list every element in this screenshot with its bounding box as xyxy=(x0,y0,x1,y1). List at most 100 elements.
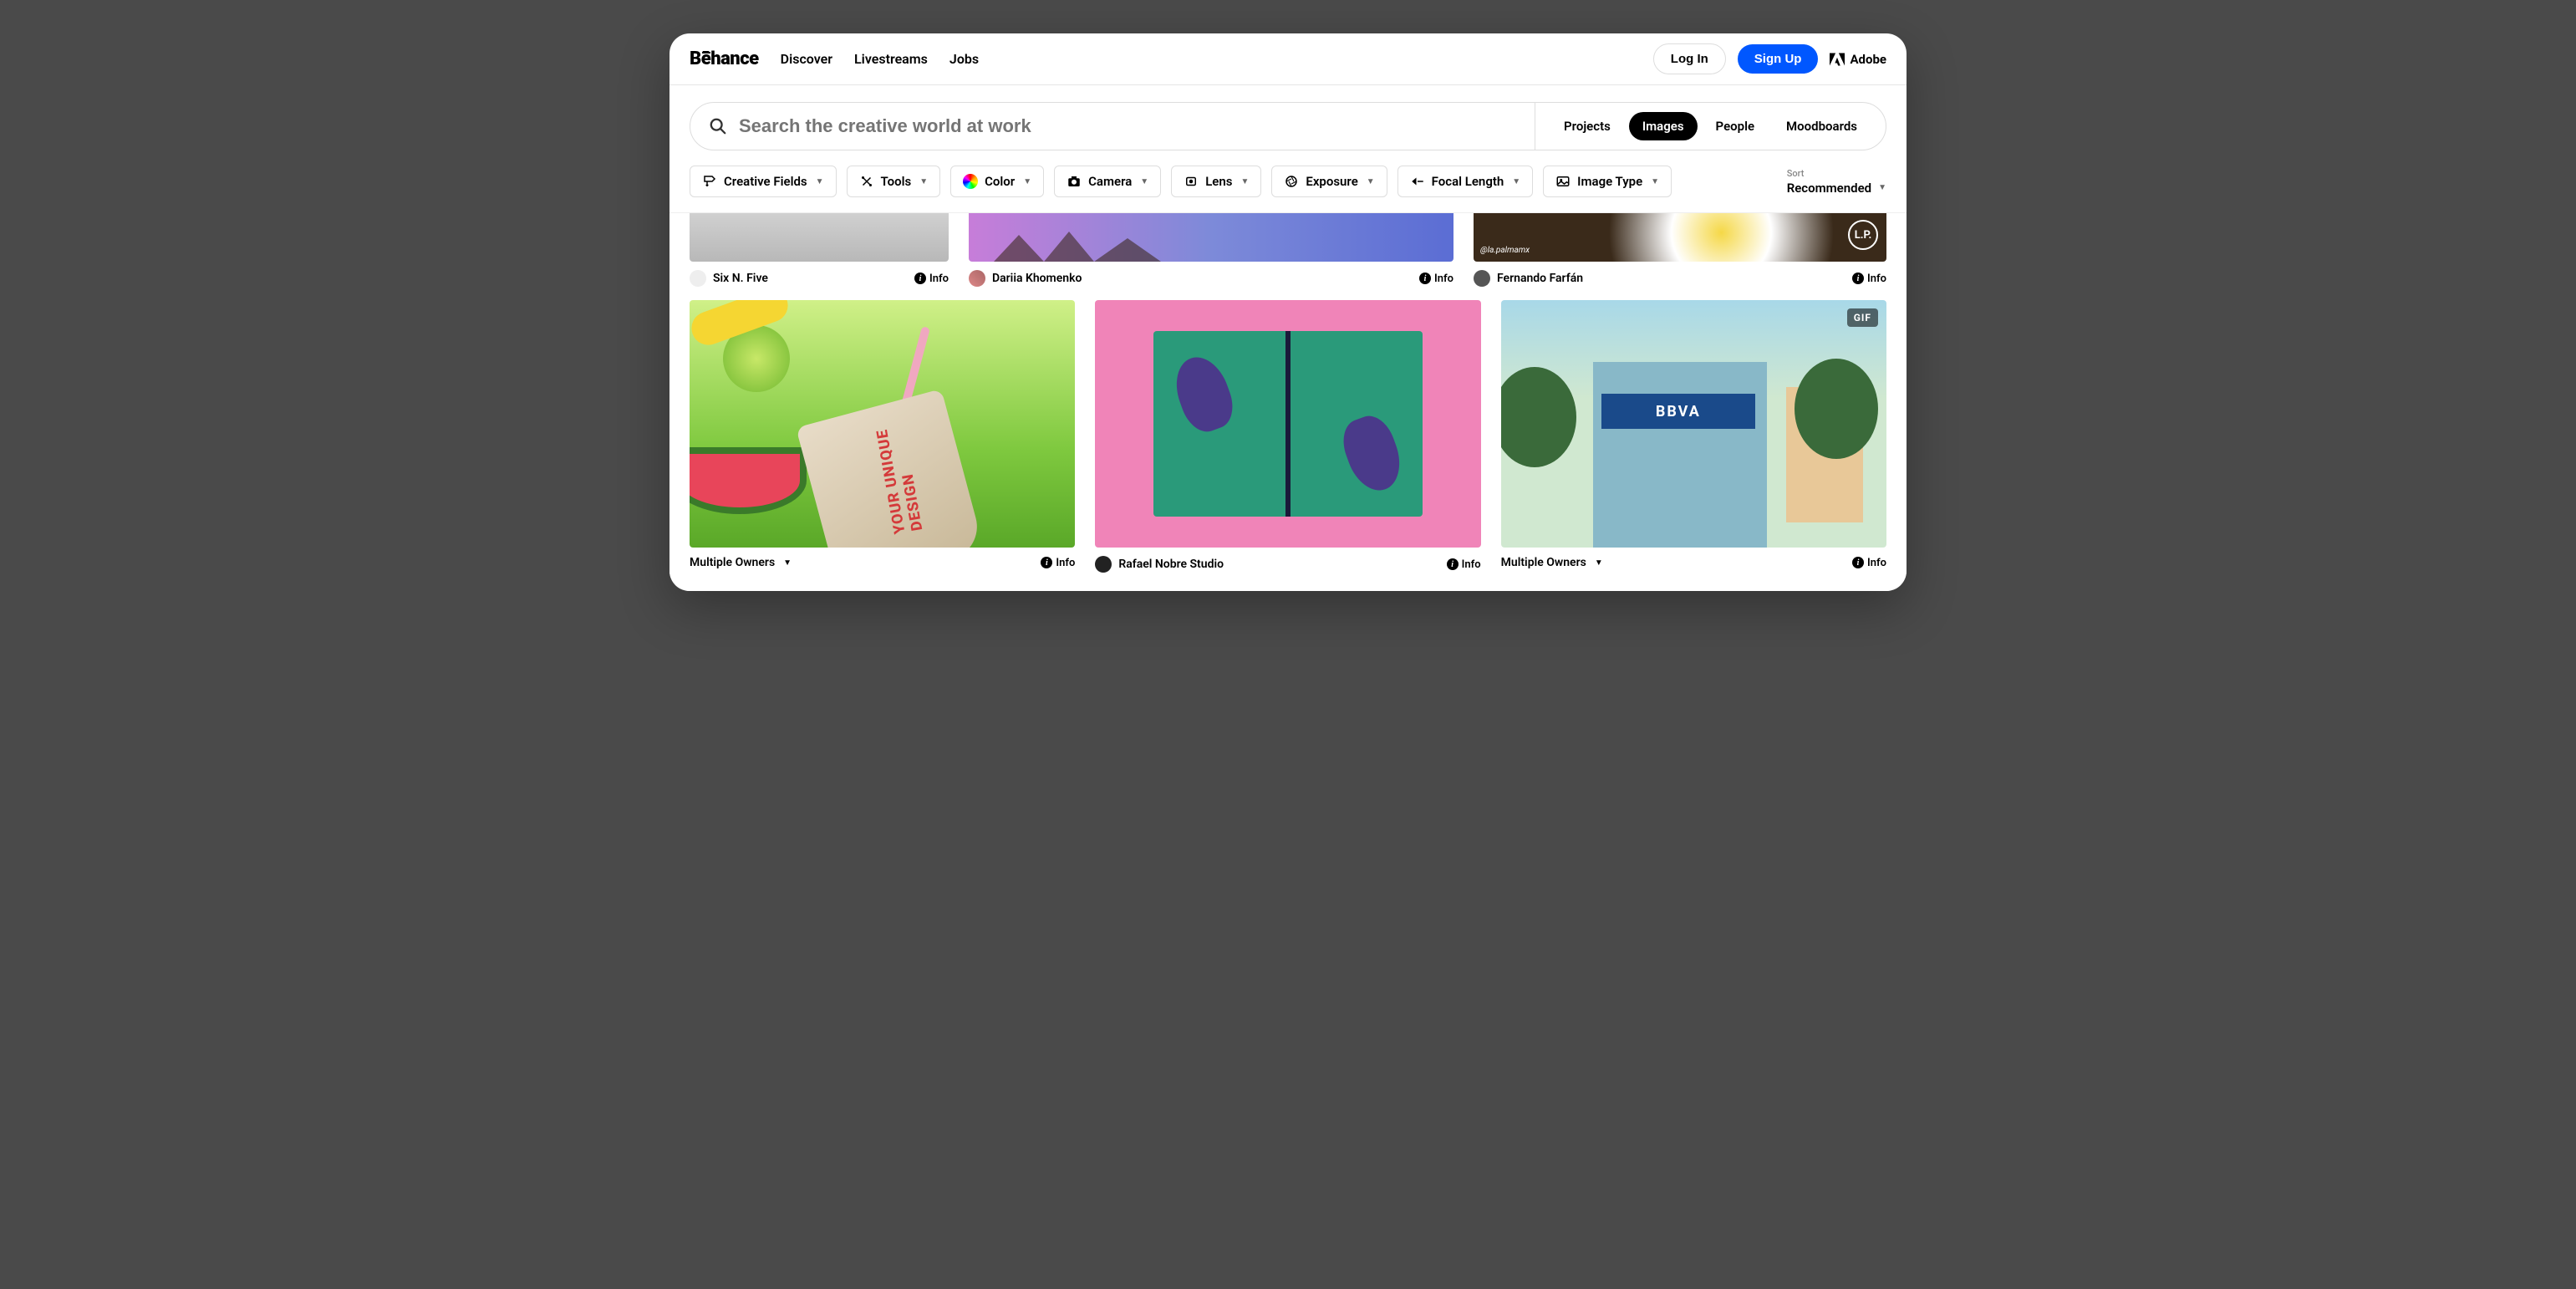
chevron-down-icon: ▼ xyxy=(1878,183,1886,192)
signup-button[interactable]: Sign Up xyxy=(1738,44,1819,74)
info-icon: i xyxy=(1041,557,1052,568)
sort-label: Sort xyxy=(1787,168,1805,179)
card: BBVA GIF Multiple Owners ▼ i Info xyxy=(1501,300,1886,586)
tab-people[interactable]: People xyxy=(1703,112,1769,140)
tab-moodboards[interactable]: Moodboards xyxy=(1773,112,1871,140)
chevron-down-icon: ▼ xyxy=(1367,177,1375,186)
nav-livestreams[interactable]: Livestreams xyxy=(854,51,928,67)
info-label: Info xyxy=(929,273,949,285)
owner-block[interactable]: Multiple Owners ▼ xyxy=(1501,556,1603,569)
info-link[interactable]: i Info xyxy=(1041,557,1075,569)
project-thumbnail[interactable] xyxy=(1095,300,1480,548)
avatar xyxy=(1095,556,1112,573)
info-link[interactable]: i Info xyxy=(1419,273,1453,285)
info-label: Info xyxy=(1867,557,1886,569)
focal-length-icon xyxy=(1410,174,1425,189)
lp-badge: L.P. xyxy=(1848,220,1878,250)
tools-icon xyxy=(859,174,874,189)
filter-tools[interactable]: Tools ▼ xyxy=(847,166,941,197)
filter-label: Tools xyxy=(881,174,912,189)
card-meta: Six N. Five i Info xyxy=(690,262,949,300)
illustration-element xyxy=(1501,367,1576,467)
sort-dropdown[interactable]: Recommended ▼ xyxy=(1787,181,1886,196)
filter-lens[interactable]: Lens ▼ xyxy=(1171,166,1261,197)
project-thumbnail[interactable]: BBVA GIF xyxy=(1501,300,1886,548)
gallery: Six N. Five i Info Dariia Khomenko xyxy=(669,213,1907,591)
nav-discover[interactable]: Discover xyxy=(781,51,832,67)
owner-block[interactable]: Dariia Khomenko xyxy=(969,270,1082,287)
owner-name: Multiple Owners xyxy=(690,556,775,569)
owner-name: Multiple Owners xyxy=(1501,556,1586,569)
card: Dariia Khomenko i Info xyxy=(969,213,1453,300)
illustration-element: YOUR UNIQUE DESIGN xyxy=(796,389,985,548)
chevron-down-icon: ▼ xyxy=(1240,177,1249,186)
gif-badge: GIF xyxy=(1847,308,1878,327)
sort-value-text: Recommended xyxy=(1787,181,1871,196)
info-link[interactable]: i Info xyxy=(1852,273,1886,285)
card: YOUR UNIQUE DESIGN Multiple Owners ▼ i I… xyxy=(690,300,1075,586)
behance-logo[interactable]: Bēhance xyxy=(690,48,759,69)
filter-image-type[interactable]: Image Type ▼ xyxy=(1543,166,1672,197)
chevron-down-icon: ▼ xyxy=(1140,177,1148,186)
camera-icon xyxy=(1067,174,1082,189)
info-link[interactable]: i Info xyxy=(1852,557,1886,569)
cup-text: YOUR UNIQUE DESIGN xyxy=(870,405,926,535)
sign-text: BBVA xyxy=(1601,394,1756,428)
filter-label: Focal Length xyxy=(1432,174,1504,189)
info-icon: i xyxy=(914,273,926,284)
filter-color[interactable]: Color ▼ xyxy=(950,166,1044,197)
owner-block[interactable]: Six N. Five xyxy=(690,270,768,287)
filter-creative-fields[interactable]: Creative Fields ▼ xyxy=(690,166,837,197)
adobe-link[interactable]: Adobe xyxy=(1830,52,1886,67)
avatar xyxy=(1474,270,1490,287)
filter-exposure[interactable]: Exposure ▼ xyxy=(1271,166,1387,197)
color-wheel-icon xyxy=(963,174,978,189)
chevron-down-icon: ▼ xyxy=(783,558,792,568)
card: @la.palmamx L.P. Fernando Farfán i Info xyxy=(1474,213,1886,300)
illustration-element xyxy=(1153,331,1423,517)
owner-block[interactable]: Fernando Farfán xyxy=(1474,270,1583,287)
aperture-icon xyxy=(1284,174,1299,189)
card-meta: Multiple Owners ▼ i Info xyxy=(1501,548,1886,583)
filters-row: Creative Fields ▼ Tools ▼ Color ▼ Camera… xyxy=(669,150,1907,213)
login-button[interactable]: Log In xyxy=(1653,43,1726,74)
project-thumbnail[interactable] xyxy=(690,213,949,262)
search-icon xyxy=(709,117,727,135)
avatar xyxy=(969,270,985,287)
owner-block[interactable]: Rafael Nobre Studio xyxy=(1095,556,1224,573)
chevron-down-icon: ▼ xyxy=(919,177,928,186)
info-icon: i xyxy=(1852,273,1864,284)
info-link[interactable]: i Info xyxy=(1447,558,1481,571)
gallery-row-partial: Six N. Five i Info Dariia Khomenko xyxy=(669,213,1907,300)
gallery-row: YOUR UNIQUE DESIGN Multiple Owners ▼ i I… xyxy=(669,300,1907,591)
project-thumbnail[interactable] xyxy=(969,213,1453,262)
tab-projects[interactable]: Projects xyxy=(1550,112,1624,140)
card: Rafael Nobre Studio i Info xyxy=(1095,300,1480,586)
filter-label: Camera xyxy=(1088,174,1132,189)
search-left xyxy=(690,104,1535,149)
nav-jobs[interactable]: Jobs xyxy=(949,51,979,67)
illustration-element xyxy=(1593,362,1767,548)
sort-block: Sort Recommended ▼ xyxy=(1787,168,1886,196)
search-container: Projects Images People Moodboards xyxy=(690,102,1886,150)
owner-name: Dariia Khomenko xyxy=(992,272,1082,285)
illustration-element xyxy=(690,447,807,514)
card: Six N. Five i Info xyxy=(690,213,949,300)
info-icon: i xyxy=(1447,558,1459,570)
card-meta: Dariia Khomenko i Info xyxy=(969,262,1453,300)
tab-images[interactable]: Images xyxy=(1629,112,1698,140)
card-meta: Fernando Farfán i Info xyxy=(1474,262,1886,300)
chevron-down-icon: ▼ xyxy=(1595,558,1603,568)
filter-focal-length[interactable]: Focal Length ▼ xyxy=(1397,166,1534,197)
app-window: Bēhance Discover Livestreams Jobs Log In… xyxy=(669,33,1907,591)
illustration-element xyxy=(1167,349,1240,437)
owner-block[interactable]: Multiple Owners ▼ xyxy=(690,556,792,569)
filter-label: Lens xyxy=(1205,174,1232,189)
info-link[interactable]: i Info xyxy=(914,273,949,285)
card-meta: Multiple Owners ▼ i Info xyxy=(690,548,1075,583)
info-label: Info xyxy=(1056,557,1075,569)
project-thumbnail[interactable]: @la.palmamx L.P. xyxy=(1474,213,1886,262)
project-thumbnail[interactable]: YOUR UNIQUE DESIGN xyxy=(690,300,1075,548)
search-input[interactable] xyxy=(739,115,1516,137)
filter-camera[interactable]: Camera ▼ xyxy=(1054,166,1161,197)
